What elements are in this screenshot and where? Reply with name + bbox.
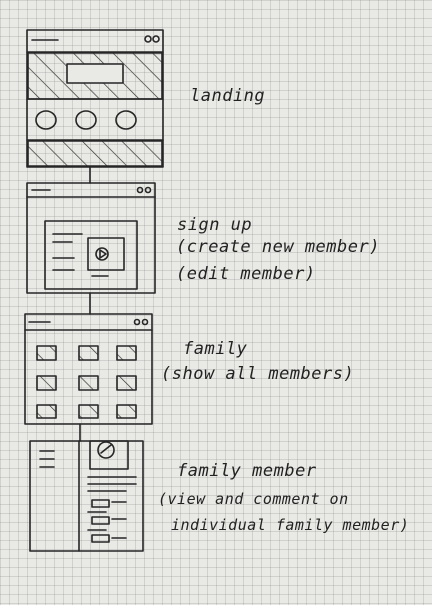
landing-label: landing [190,86,266,106]
landing-wireframe [26,29,164,168]
signup-wireframe [26,182,156,294]
family-member-label: family member [177,461,317,481]
family-member-wireframe [29,440,144,552]
family-label: family [183,339,248,359]
family-wireframe [24,313,153,425]
family-member-sublabel-2: individual family member) [171,516,410,534]
family-member-sublabel-1: (view and comment on [158,490,349,508]
signup-sublabel-create: (create new member) [176,237,380,257]
family-sublabel: (show all members) [161,364,355,384]
signup-sublabel-edit: (edit member) [176,264,316,284]
signup-label: sign up [177,215,253,235]
